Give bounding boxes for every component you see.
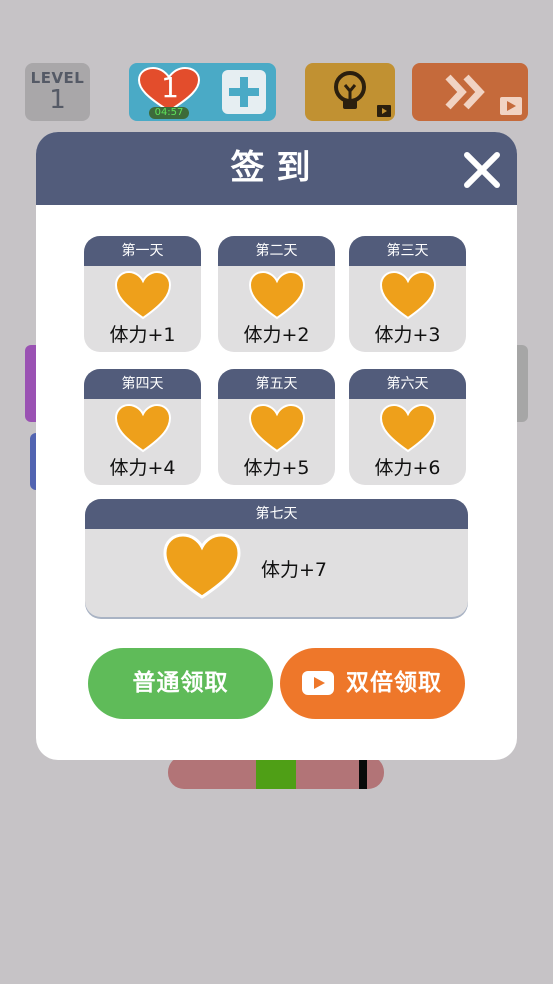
day-reward: 体力+4 (109, 457, 176, 479)
hint-button[interactable] (305, 63, 395, 121)
normal-claim-button[interactable]: 普通领取 (88, 648, 273, 719)
day-card-4[interactable]: 第四天 体力+4 (84, 369, 201, 485)
day-card-1[interactable]: 第一天 体力+1 (84, 236, 201, 352)
progress-target-zone (256, 756, 296, 789)
heart-icon (114, 404, 172, 453)
day-card-7[interactable]: 第七天 体力+7 (85, 499, 468, 617)
level-indicator: LEVEL 1 (25, 63, 90, 121)
day-reward: 体力+1 (109, 324, 176, 346)
progress-marker (359, 756, 367, 789)
sign-in-dialog: 签到 第一天 体力+1 第二天 体力+2 第三天 体力+3 第四天 体力+4 第… (36, 132, 517, 760)
day-card-2[interactable]: 第二天 体力+2 (218, 236, 335, 352)
heart-icon (248, 404, 306, 453)
video-ad-icon (377, 105, 391, 117)
day-label: 第七天 (85, 499, 468, 529)
lives-timer: 04:57 (149, 107, 189, 119)
day-label: 第三天 (349, 236, 466, 266)
heart-icon (379, 404, 437, 453)
heart-icon (114, 271, 172, 320)
day-label: 第五天 (218, 369, 335, 399)
day-card-5[interactable]: 第五天 体力+5 (218, 369, 335, 485)
skip-level-button[interactable] (412, 63, 528, 121)
double-claim-button[interactable]: 双倍领取 (280, 648, 465, 719)
heart-icon (379, 271, 437, 320)
day-reward: 体力+3 (374, 324, 441, 346)
dialog-title: 签到 (230, 148, 323, 188)
day-label: 第二天 (218, 236, 335, 266)
lives-count: 1 (161, 71, 179, 104)
heart-icon (163, 533, 241, 599)
fast-forward-icon (445, 74, 522, 115)
double-claim-label: 双倍领取 (346, 670, 442, 696)
day-reward: 体力+5 (243, 457, 310, 479)
lives-panel[interactable]: 1 04:57 (129, 63, 276, 121)
day-card-6[interactable]: 第六天 体力+6 (349, 369, 466, 485)
progress-bar (168, 756, 384, 789)
video-play-icon (302, 671, 334, 695)
heart-icon (248, 271, 306, 320)
day-reward: 体力+7 (261, 559, 328, 581)
close-icon (464, 152, 500, 188)
day-label: 第一天 (84, 236, 201, 266)
day-card-3[interactable]: 第三天 体力+3 (349, 236, 466, 352)
day-label: 第四天 (84, 369, 201, 399)
level-number: 1 (49, 85, 66, 115)
add-lives-button[interactable] (222, 70, 266, 114)
day-reward: 体力+6 (374, 457, 441, 479)
close-button[interactable] (462, 150, 502, 190)
day-reward: 体力+2 (243, 324, 310, 346)
plus-icon (229, 77, 259, 107)
day-label: 第六天 (349, 369, 466, 399)
